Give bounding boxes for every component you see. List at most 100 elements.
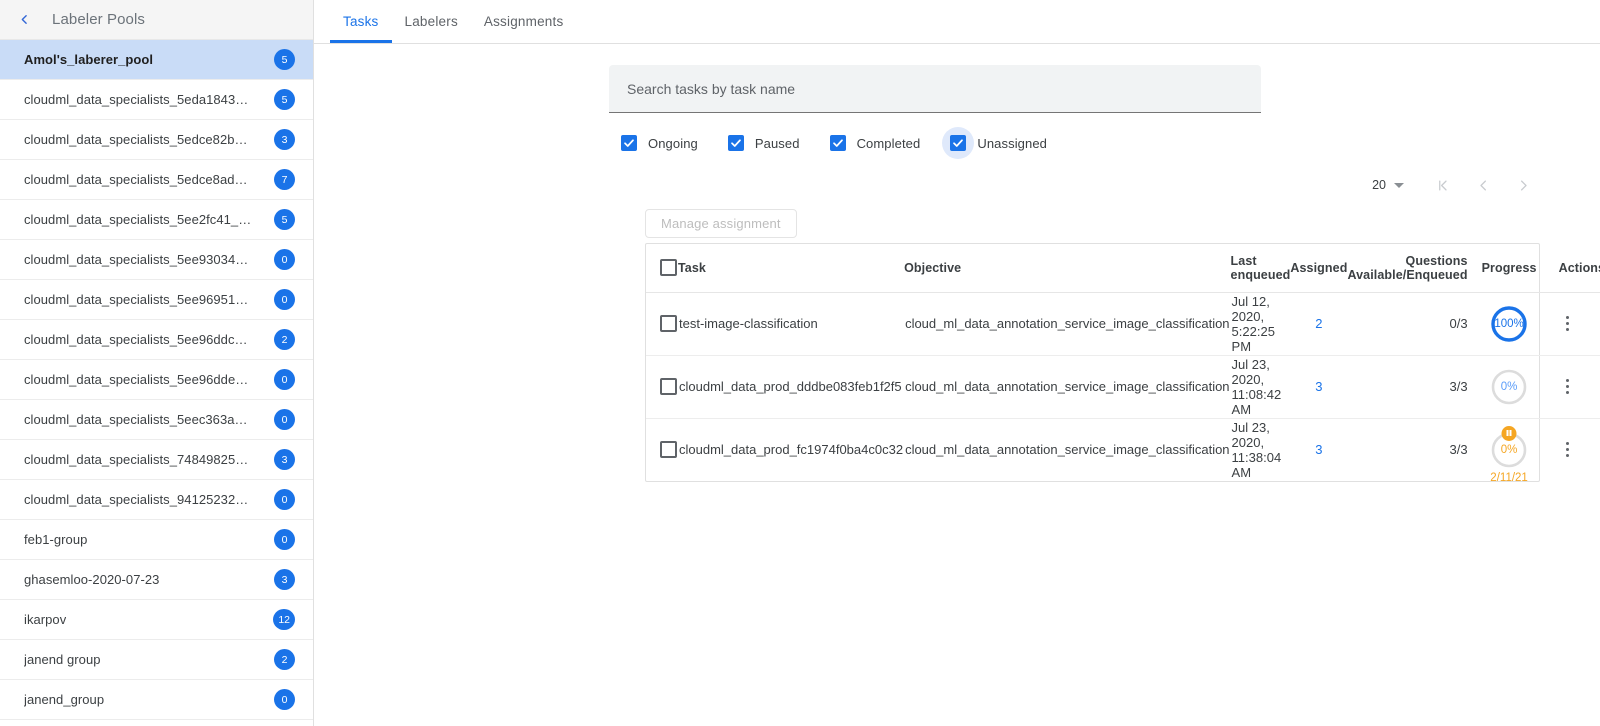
cell-actions [1537, 292, 1600, 355]
row-select-checkbox[interactable] [660, 315, 677, 332]
pool-name: cloudml_data_specialists_748498258068… [24, 452, 254, 467]
cell-questions-text: 0/3 [1449, 316, 1467, 331]
cell-actions [1537, 355, 1600, 418]
previous-page-button[interactable] [1466, 168, 1500, 202]
manage-assignment-button[interactable]: Manage assignment [645, 209, 797, 238]
pool-count-badge: 5 [274, 209, 295, 230]
cell-progress: 100% [1482, 292, 1537, 355]
pool-list-item[interactable]: cloudml_data_specialists_941252322120… 0 [0, 480, 313, 520]
cell-assigned-text[interactable]: 3 [1315, 379, 1322, 394]
pool-count-badge: 3 [274, 569, 295, 590]
filter-label: Ongoing [648, 136, 698, 151]
search-input[interactable] [625, 80, 1245, 98]
cell-progress: 0%2/11/21 [1482, 418, 1537, 481]
row-select-checkbox[interactable] [660, 441, 677, 458]
cell-assigned-text[interactable]: 3 [1315, 442, 1322, 457]
pool-list-item[interactable]: cloudml_data_specialists_5eda1843_000…5 [0, 80, 313, 120]
cell-task: cloudml_data_prod_dddbe083feb1f2f5 [678, 355, 904, 418]
pool-list: Amol's_laberer_pool5cloudml_data_special… [0, 40, 313, 720]
cell-task: cloudml_data_prod_fc1974f0ba4c0c32 [678, 418, 904, 481]
more-options-icon[interactable] [1559, 316, 1577, 331]
pool-name: cloudml_data_specialists_5edce8ad_000… [24, 172, 254, 187]
first-page-button[interactable] [1426, 168, 1460, 202]
pool-name: cloudml_data_specialists_5eda1843_000… [24, 92, 254, 107]
row-select-cell [646, 355, 678, 418]
chevron-left-icon[interactable] [12, 8, 36, 32]
cell-assigned-text[interactable]: 2 [1315, 316, 1322, 331]
cell-task-text: cloudml_data_prod_dddbe083feb1f2f5 [679, 379, 902, 394]
tab-tasks[interactable]: Tasks [330, 0, 392, 43]
table-row[interactable]: cloudml_data_prod_fc1974f0ba4c0c32cloud_… [646, 418, 1600, 481]
pool-list-item[interactable]: ghasemloo-2020-07-23 3 [0, 560, 313, 600]
app-root: Labeler Pools Amol's_laberer_pool5cloudm… [0, 0, 1600, 726]
page-size-value: 20 [1372, 178, 1386, 192]
tab-assignments[interactable]: Assignments [471, 0, 576, 43]
pool-name: cloudml_data_specialists_941252322120… [24, 492, 254, 507]
sidebar-header: Labeler Pools [0, 0, 313, 40]
checkbox-unassigned[interactable] [942, 127, 974, 159]
table-row[interactable]: test-image-classificationcloud_ml_data_a… [646, 292, 1600, 355]
pool-list-item[interactable]: feb1-group0 [0, 520, 313, 560]
search-field[interactable] [609, 65, 1261, 113]
pool-list-item[interactable]: cloudml_data_specialists_5edce8ad_000… 7 [0, 160, 313, 200]
cell-actions [1537, 418, 1600, 481]
pool-count-badge: 0 [274, 489, 295, 510]
select-all-checkbox[interactable] [660, 259, 677, 276]
pool-list-item[interactable]: janend_group0 [0, 680, 313, 720]
pool-list-item[interactable]: cloudml_data_specialists_5ee96951_000…0 [0, 280, 313, 320]
row-select-checkbox[interactable] [660, 378, 677, 395]
pool-list-item[interactable]: Amol's_laberer_pool5 [0, 40, 313, 80]
pool-list-item[interactable]: cloudml_data_specialists_748498258068…3 [0, 440, 313, 480]
pool-name: ghasemloo-2020-07-23 [24, 572, 159, 587]
checkbox-ongoing[interactable] [613, 127, 645, 159]
cell-last-enqueued: Jul 23, 2020, 11:38:04 AM [1231, 418, 1291, 481]
row-select-cell [646, 292, 678, 355]
column-questions-line2: Available/Enqueued [1347, 268, 1467, 282]
filter-label: Paused [755, 136, 800, 151]
more-options-icon[interactable] [1559, 379, 1577, 394]
page-size-selector[interactable]: 20 [1372, 178, 1404, 192]
pool-list-item[interactable]: cloudml_data_specialists_5ee93034_000…0 [0, 240, 313, 280]
cell-objective: cloud_ml_data_annotation_service_image_c… [904, 418, 1230, 481]
pool-count-badge: 0 [274, 529, 295, 550]
pool-count-badge: 12 [273, 609, 295, 630]
next-page-button[interactable] [1506, 168, 1540, 202]
pool-name: janend group [24, 652, 101, 667]
pool-list-item[interactable]: cloudml_data_specialists_5ee96ddc_000…2 [0, 320, 313, 360]
filter-paused[interactable]: Paused [720, 127, 800, 159]
pool-count-badge: 7 [274, 169, 295, 190]
filter-unassigned[interactable]: Unassigned [942, 127, 1047, 159]
pool-list-item[interactable]: cloudml_data_specialists_5edce82b_000…3 [0, 120, 313, 160]
column-questions: Questions Available/Enqueued [1347, 244, 1481, 292]
pool-list-item[interactable]: janend group2 [0, 640, 313, 680]
pool-count-badge: 3 [274, 129, 295, 150]
checkbox-paused[interactable] [720, 127, 752, 159]
cell-objective-text: cloud_ml_data_annotation_service_image_c… [905, 316, 1229, 331]
cell-objective-text: cloud_ml_data_annotation_service_image_c… [905, 379, 1229, 394]
cell-last-enqueued: Jul 12, 2020, 5:22:25 PM [1231, 292, 1291, 355]
column-actions: Actions [1537, 244, 1600, 292]
pool-name: cloudml_data_specialists_5ee93034_000… [24, 252, 254, 267]
pause-icon [1502, 426, 1517, 441]
pool-name: ikarpov [24, 612, 66, 627]
cell-objective: cloud_ml_data_annotation_service_image_c… [904, 292, 1230, 355]
manage-assignment-label: Manage assignment [661, 216, 781, 231]
cell-last-enqueued-text: Jul 23, 2020, 11:08:42 AM [1232, 357, 1282, 417]
table-header-row: Task Objective Last enqueued Assigned Qu… [646, 244, 1600, 292]
pool-name: Amol's_laberer_pool [24, 52, 153, 67]
cell-task: test-image-classification [678, 292, 904, 355]
pool-list-item[interactable]: cloudml_data_specialists_5ee2fc41_0000…5 [0, 200, 313, 240]
pool-list-item[interactable]: cloudml_data_specialists_5eec363a_000…0 [0, 400, 313, 440]
pool-list-item[interactable]: cloudml_data_specialists_5ee96dde_000… 0 [0, 360, 313, 400]
table-head: Task Objective Last enqueued Assigned Qu… [646, 244, 1600, 292]
pool-list-item[interactable]: ikarpov 12 [0, 600, 313, 640]
pool-count-badge: 0 [274, 369, 295, 390]
tab-labelers[interactable]: Labelers [392, 0, 471, 43]
filter-ongoing[interactable]: Ongoing [613, 127, 698, 159]
pool-name: cloudml_data_specialists_5ee96dde_000… [24, 372, 254, 387]
filter-completed[interactable]: Completed [822, 127, 921, 159]
table-row[interactable]: cloudml_data_prod_dddbe083feb1f2f5cloud_… [646, 355, 1600, 418]
check-icon [950, 135, 966, 151]
more-options-icon[interactable] [1559, 442, 1577, 457]
checkbox-completed[interactable] [822, 127, 854, 159]
